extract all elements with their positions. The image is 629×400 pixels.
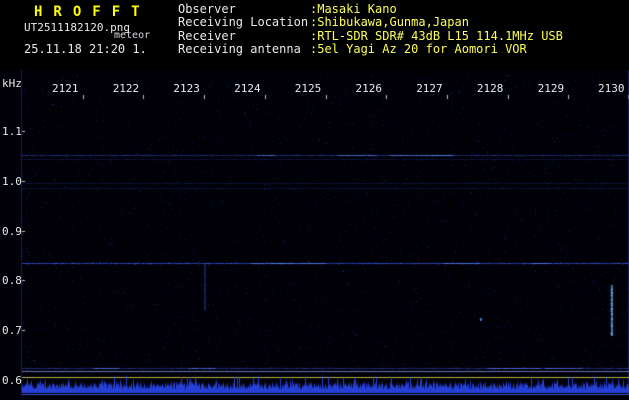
info-value: :Masaki Kano — [310, 2, 397, 16]
y-axis-unit-label: kHz — [2, 77, 22, 90]
info-row: Receiver :RTL-SDR SDR# 43dB L15 114.1MHz … — [178, 28, 563, 43]
info-value: :Shibukawa,Gunma,Japan — [310, 15, 469, 30]
info-row: Observer :Masaki Kano — [178, 2, 563, 16]
info-value: :RTL-SDR SDR# 43dB L15 114.1MHz USB — [310, 28, 563, 43]
spectrogram-canvas — [0, 70, 629, 400]
info-label: Receiving antenna — [178, 42, 301, 57]
datetime-label: 25.11.18 21:20 1. — [24, 42, 147, 56]
info-label: Observer — [178, 2, 236, 16]
info-row: Receiving Location:Shibukawa,Gunma,Japan — [178, 15, 563, 30]
hrofft-screen: HROFFT UT2511182120.png meteor 25.11.18 … — [0, 0, 629, 400]
info-value: :5el Yagi Az 20 for Aomori VOR — [310, 42, 527, 57]
app-title: HROFFT — [34, 4, 151, 20]
info-label: Receiving Location — [178, 15, 309, 30]
station-tag: meteor — [114, 30, 151, 41]
info-row: Receiving antenna :5el Yagi Az 20 for Aom… — [178, 42, 563, 57]
observer-info-table: Observer :Masaki Kano Receiving Location:S… — [178, 2, 563, 57]
info-label: Receiver — [178, 28, 236, 43]
